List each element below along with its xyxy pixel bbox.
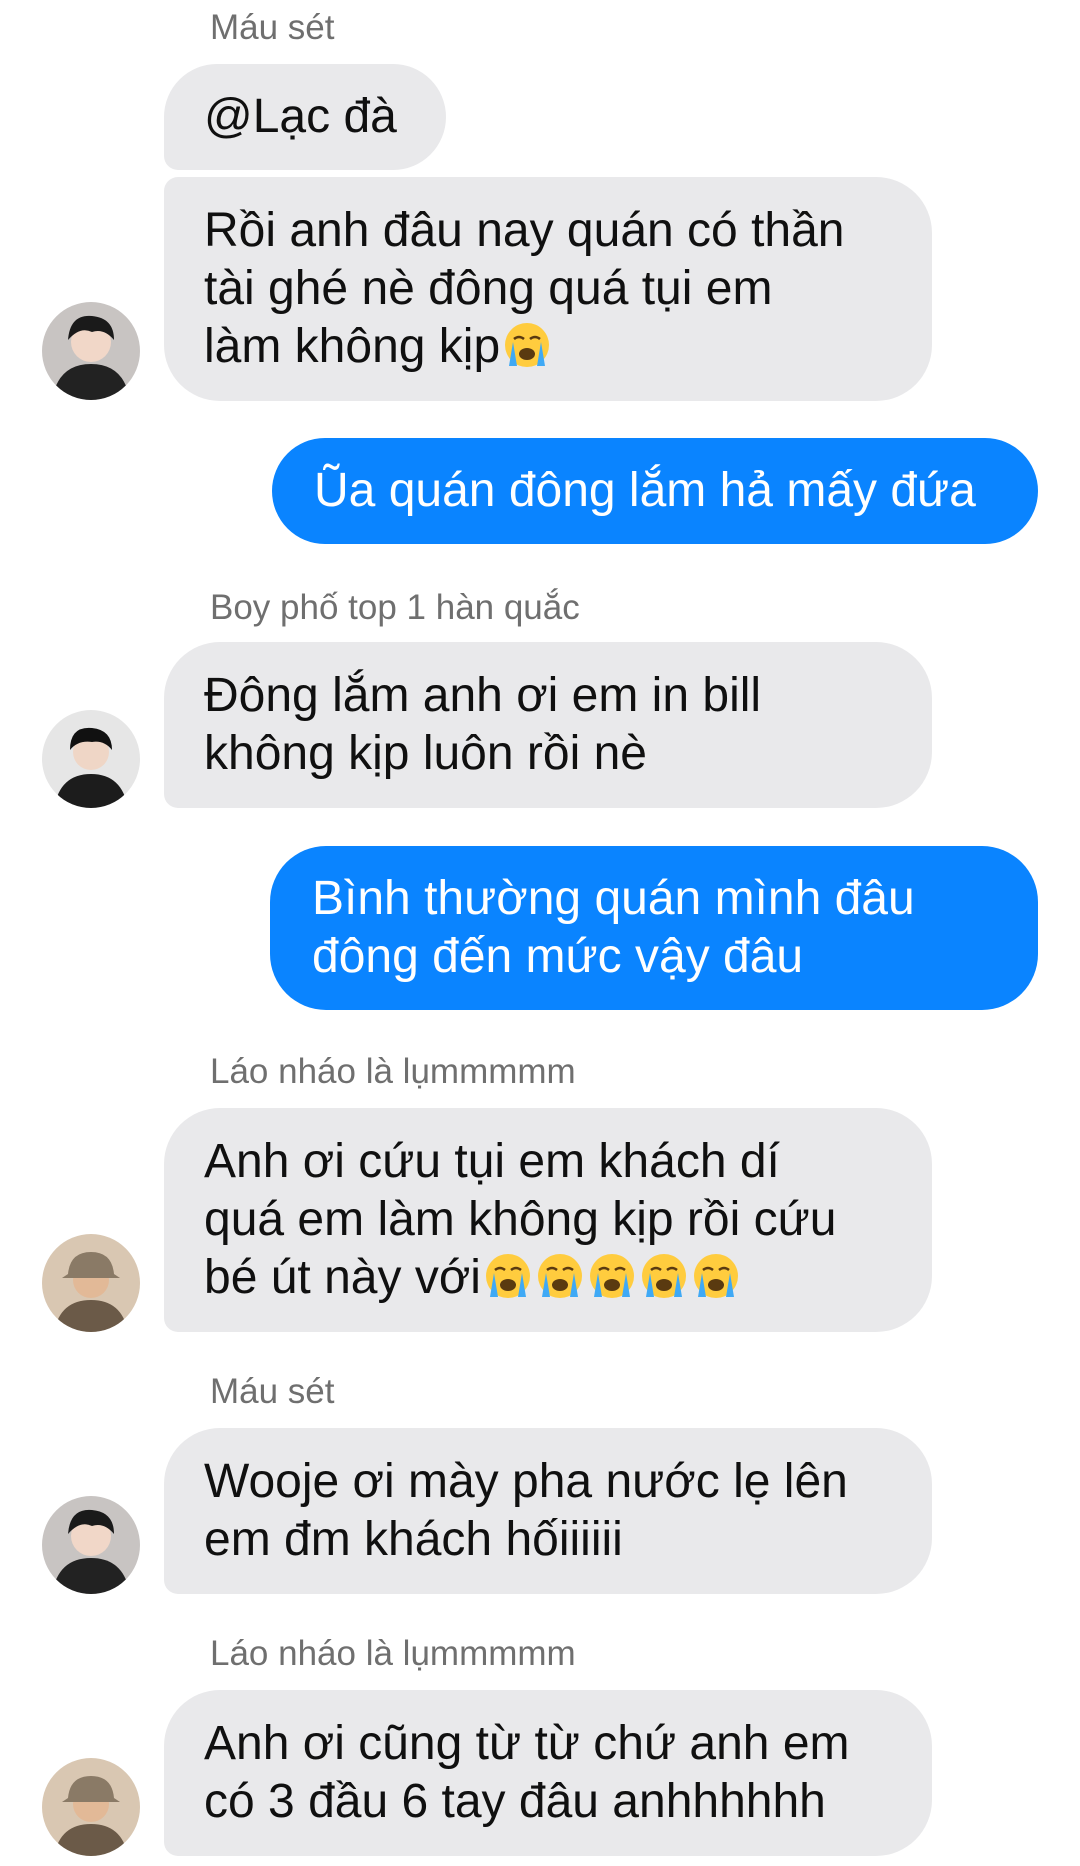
outgoing-message-bubble[interactable]: Ũa quán đông lắm hả mấy đứa <box>272 438 1038 544</box>
loudly-crying-face-icon <box>483 1251 533 1301</box>
loudly-crying-face-icon <box>502 320 552 370</box>
message-text-line: Bình thường quán mình đâu <box>312 872 915 925</box>
message-text-line: Anh ơi cứu tụi em khách dí <box>204 1135 780 1188</box>
message-text-line: Đông lắm anh ơi em in bill <box>204 669 762 722</box>
sender-name: Láo nháo là lụmmmmm <box>210 1634 576 1673</box>
message-text-line: tài ghé nè đông quá tụi em <box>204 262 773 315</box>
message-text-line: Wooje ơi mày pha nước lẹ lên <box>204 1455 848 1508</box>
incoming-message-bubble[interactable]: Anh ơi cứu tụi em khách dí quá em làm kh… <box>164 1108 932 1332</box>
loudly-crying-face-icon <box>535 1251 585 1301</box>
message-text-line: có 3 đầu 6 tay đâu anhhhhhh <box>204 1775 826 1828</box>
message-text-line: Anh ơi cũng từ từ chứ anh em <box>204 1717 850 1770</box>
avatar[interactable] <box>42 302 140 400</box>
message-text-line: bé út này với <box>204 1251 481 1304</box>
loudly-crying-face-icon <box>639 1251 689 1301</box>
sender-name: Láo nháo là lụmmmmm <box>210 1052 576 1091</box>
message-text-line: đông đến mức vậy đâu <box>312 930 804 983</box>
sender-name: Máu sét <box>210 1372 335 1411</box>
avatar[interactable] <box>42 1758 140 1856</box>
message-text-line: làm không kịp <box>204 320 501 373</box>
sender-name: Boy phố top 1 hàn quắc <box>210 588 580 627</box>
loudly-crying-face-icon <box>587 1251 637 1301</box>
message-text: Ũa quán đông lắm hả mấy đứa <box>314 464 976 517</box>
avatar[interactable] <box>42 710 140 808</box>
loudly-crying-face-icon <box>691 1251 741 1301</box>
incoming-message-bubble[interactable]: Anh ơi cũng từ từ chứ anh em có 3 đầu 6 … <box>164 1690 932 1856</box>
incoming-message-bubble[interactable]: Rồi anh đâu nay quán có thần tài ghé nè … <box>164 177 932 401</box>
message-text-line: quá em làm không kịp rồi cứu <box>204 1193 837 1246</box>
message-text-line: không kịp luôn rồi nè <box>204 727 647 780</box>
incoming-message-bubble[interactable]: Wooje ơi mày pha nước lẹ lên em đm khách… <box>164 1428 932 1594</box>
message-text-line: Rồi anh đâu nay quán có thần <box>204 204 845 257</box>
avatar[interactable] <box>42 1234 140 1332</box>
message-text: @Lạc đà <box>204 90 397 143</box>
avatar[interactable] <box>42 1496 140 1594</box>
message-text-line: em đm khách hốiiiiii <box>204 1513 623 1566</box>
incoming-message-bubble[interactable]: Đông lắm anh ơi em in bill không kịp luô… <box>164 642 932 808</box>
sender-name: Máu sét <box>210 8 335 47</box>
incoming-message-bubble[interactable]: @Lạc đà <box>164 64 446 170</box>
outgoing-message-bubble[interactable]: Bình thường quán mình đâu đông đến mức v… <box>270 846 1038 1010</box>
